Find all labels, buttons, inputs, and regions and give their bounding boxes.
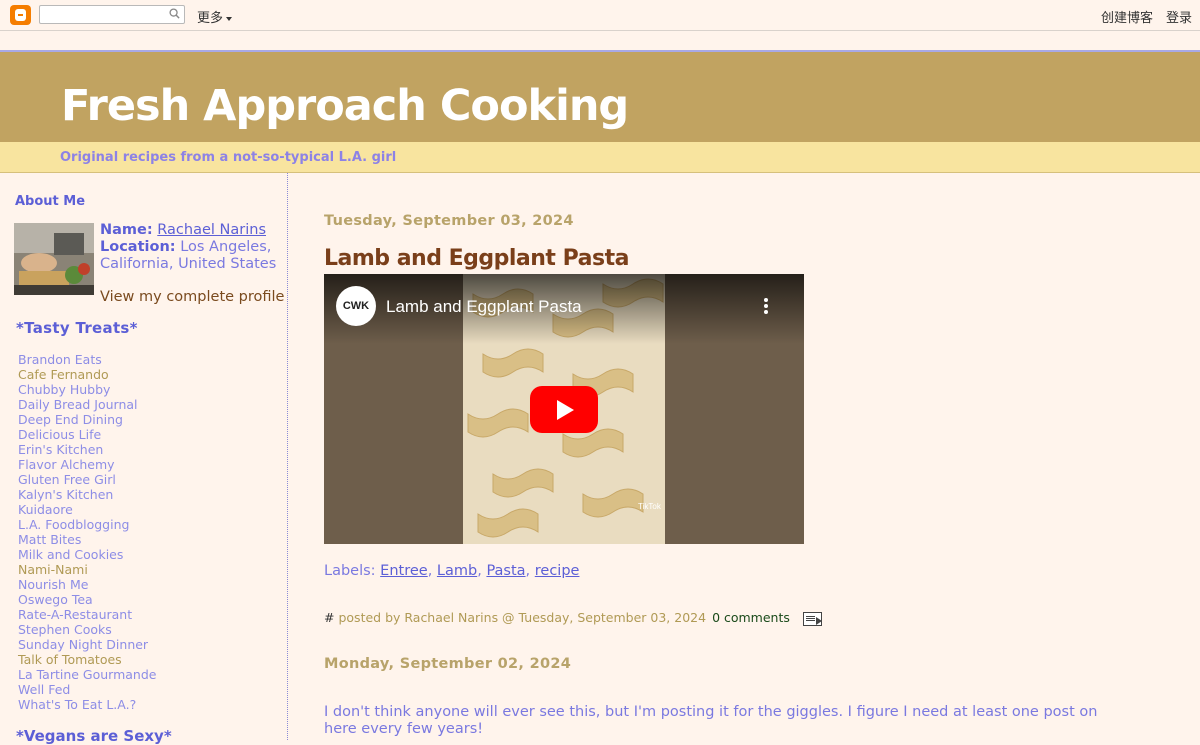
video-title[interactable]: Lamb and Eggplant Pasta: [386, 297, 582, 317]
blogroll-link[interactable]: Daily Bread Journal: [18, 397, 156, 412]
blogger-logo-icon[interactable]: [10, 5, 31, 25]
blogroll-link[interactable]: Stephen Cooks: [18, 622, 156, 637]
post-labels: Labels: Entree, Lamb, Pasta, recipe: [324, 563, 580, 579]
blogroll-link[interactable]: Gluten Free Girl: [18, 472, 156, 487]
post-date-header: Monday, September 02, 2024: [324, 656, 572, 672]
blogroll-link[interactable]: Chubby Hubby: [18, 382, 156, 397]
posted-by-text: posted by Rachael Narins @ Tuesday, Sept…: [338, 610, 707, 625]
blogroll-link[interactable]: Talk of Tomatoes: [18, 652, 156, 667]
create-blog-link[interactable]: 创建博客: [1101, 7, 1153, 26]
blogroll-link[interactable]: Milk and Cookies: [18, 547, 156, 562]
blogroll-link[interactable]: Flavor Alchemy: [18, 457, 156, 472]
blogroll-link[interactable]: L.A. Foodblogging: [18, 517, 156, 532]
comments-link[interactable]: 0 comments: [712, 610, 790, 625]
blogroll-link[interactable]: Nourish Me: [18, 577, 156, 592]
post-body: I don't think anyone will ever see this,…: [324, 704, 1098, 737]
blogroll-link[interactable]: Delicious Life: [18, 427, 156, 442]
tiktok-watermark: TikTok: [638, 502, 661, 511]
blog-header: Fresh Approach Cooking: [0, 52, 1200, 142]
blogroll-link[interactable]: Kalyn's Kitchen: [18, 487, 156, 502]
blogroll-link[interactable]: La Tartine Gourmande: [18, 667, 156, 682]
post-footer: # posted by Rachael Narins @ Tuesday, Se…: [324, 610, 822, 626]
more-menu-label: 更多: [197, 10, 224, 25]
view-profile-link[interactable]: View my complete profile: [100, 289, 284, 305]
blog-title[interactable]: Fresh Approach Cooking: [61, 82, 629, 130]
more-options-icon[interactable]: [764, 298, 768, 316]
email-post-icon[interactable]: [802, 611, 822, 626]
label-link[interactable]: Pasta: [486, 563, 525, 579]
blogroll-link[interactable]: What's To Eat L.A.?: [18, 697, 156, 712]
label-link[interactable]: Entree: [380, 563, 428, 579]
blogroll-link[interactable]: Nami-Nami: [18, 562, 156, 577]
about-me-heading: About Me: [15, 194, 86, 209]
profile-info: Name: Rachael Narins Location: Los Angel…: [100, 222, 285, 273]
blogroll-link[interactable]: Brandon Eats: [18, 352, 156, 367]
video-embed[interactable]: CWK Lamb and Eggplant Pasta TikTok: [324, 274, 804, 544]
location-label: Location:: [100, 239, 176, 255]
label-link[interactable]: recipe: [535, 563, 580, 579]
blog-description: Original recipes from a not-so-typical L…: [60, 150, 397, 165]
vegans-heading: *Vegans are Sexy*: [16, 727, 172, 745]
blogroll-link[interactable]: Well Fed: [18, 682, 156, 697]
blogroll-link[interactable]: Rate-A-Restaurant: [18, 607, 156, 622]
blogger-navbar: 更多 创建博客 登录: [0, 0, 1200, 31]
blogroll-link[interactable]: Oswego Tea: [18, 592, 156, 607]
login-link[interactable]: 登录: [1166, 7, 1192, 26]
post-date-header: Tuesday, September 03, 2024: [324, 213, 574, 229]
blogroll-link[interactable]: Kuidaore: [18, 502, 156, 517]
search-input[interactable]: [39, 5, 185, 24]
blogroll-link[interactable]: Sunday Night Dinner: [18, 637, 156, 652]
name-label: Name:: [100, 222, 153, 238]
permalink[interactable]: #: [324, 610, 334, 625]
blogroll-list: Brandon Eats Cafe Fernando Chubby Hubby …: [18, 352, 156, 712]
post-title[interactable]: Lamb and Eggplant Pasta: [324, 246, 629, 271]
tasty-treats-heading: *Tasty Treats*: [16, 319, 138, 337]
blogroll-link[interactable]: Deep End Dining: [18, 412, 156, 427]
channel-avatar[interactable]: CWK: [336, 286, 376, 326]
more-menu-button[interactable]: 更多: [197, 7, 233, 26]
label-link[interactable]: Lamb: [437, 563, 477, 579]
play-button[interactable]: [530, 386, 598, 433]
search-icon[interactable]: [169, 8, 180, 19]
chevron-down-icon: [226, 16, 233, 21]
sidebar: About Me Name: Rachael Narins Location: …: [0, 173, 288, 745]
blogroll-link[interactable]: Cafe Fernando: [18, 367, 156, 382]
description-bar: Original recipes from a not-so-typical L…: [0, 142, 1200, 173]
profile-name-link[interactable]: Rachael Narins: [157, 222, 266, 238]
blogroll-link[interactable]: Erin's Kitchen: [18, 442, 156, 457]
labels-prefix: Labels:: [324, 563, 376, 579]
profile-photo[interactable]: [14, 223, 94, 295]
blogroll-link[interactable]: Matt Bites: [18, 532, 156, 547]
